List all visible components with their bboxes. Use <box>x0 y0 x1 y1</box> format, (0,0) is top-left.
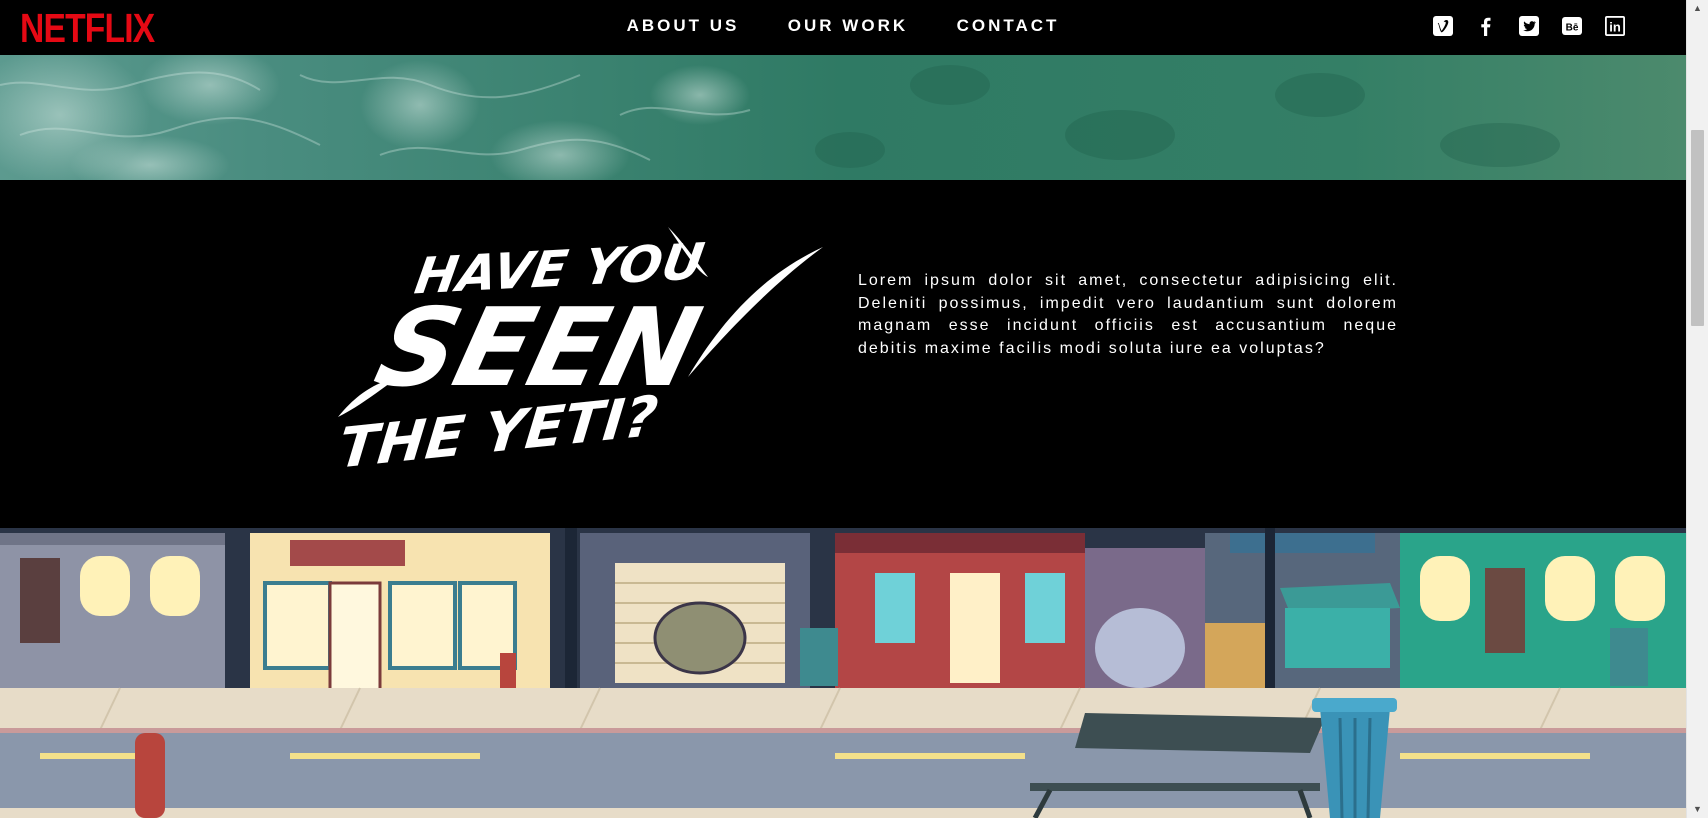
scrollbar-thumb[interactable] <box>1691 130 1704 326</box>
feature-section: HAVE YOU SEEN THE YETI? Lorem ipsum dolo… <box>0 180 1686 528</box>
have-you-seen-the-yeti-logo: HAVE YOU SEEN THE YETI? <box>336 217 823 492</box>
swoosh-right <box>688 247 823 377</box>
scroll-down-arrow-icon[interactable]: ▼ <box>1687 801 1708 818</box>
facebook-icon[interactable] <box>1475 15 1497 37</box>
svg-text:in: in <box>1609 20 1621 35</box>
nav-link-our-work[interactable]: OUR WORK <box>788 15 908 37</box>
nav-link-contact[interactable]: CONTACT <box>957 15 1060 37</box>
twitter-icon[interactable] <box>1518 15 1540 37</box>
linkedin-icon[interactable]: in <box>1604 15 1626 37</box>
ocean-banner-image <box>0 55 1686 180</box>
social-links: Bē in <box>1432 15 1626 37</box>
svg-text:Bē: Bē <box>1566 23 1579 34</box>
feature-description: Lorem ipsum dolor sit amet, consectetur … <box>858 272 1398 357</box>
page: NETFLIX ABOUT US OUR WORK CONTACT Bē in <box>0 0 1686 818</box>
page-scrollbar[interactable]: ▲ ▼ <box>1686 0 1708 818</box>
street-illustration <box>0 528 1686 818</box>
vimeo-icon[interactable] <box>1432 15 1454 37</box>
navbar: NETFLIX ABOUT US OUR WORK CONTACT Bē in <box>0 0 1686 55</box>
behance-icon[interactable]: Bē <box>1561 15 1583 37</box>
nav-link-about-us[interactable]: ABOUT US <box>627 15 740 37</box>
scroll-up-arrow-icon[interactable]: ▲ <box>1687 0 1708 17</box>
